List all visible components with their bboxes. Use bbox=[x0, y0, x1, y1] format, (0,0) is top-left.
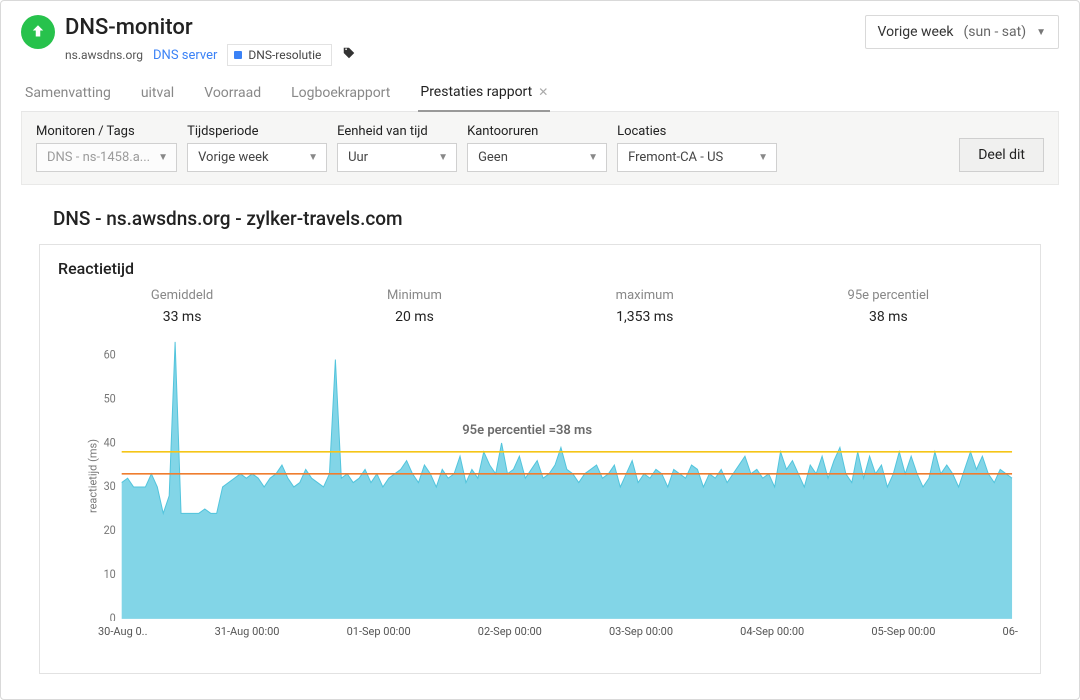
chart-card-title: Reactietijd bbox=[58, 259, 1026, 278]
filter-unit-label: Eenheid van tijd bbox=[337, 124, 457, 139]
badge-color-icon bbox=[234, 51, 242, 59]
tab-inventory[interactable]: Voorraad bbox=[202, 76, 263, 111]
title-block: DNS-monitor ns.awsdns.org DNS server DNS… bbox=[21, 15, 356, 66]
header: DNS-monitor ns.awsdns.org DNS server DNS… bbox=[21, 15, 1059, 66]
share-button[interactable]: Deel dit bbox=[959, 138, 1044, 172]
svg-text:30: 30 bbox=[104, 479, 116, 494]
stat-p95: 95e percentiel 38 ms bbox=[848, 288, 930, 325]
plot-area: reactietijd (ms) 95e percentiel =38 ms 0… bbox=[54, 331, 1026, 621]
chart-main-title: DNS - ns.awsdns.org - zylker-travels.com bbox=[53, 207, 1059, 230]
filter-monitors: Monitoren / Tags DNS - ns-1458.a... ▼ bbox=[36, 124, 177, 172]
stats-row: Gemiddeld 33 ms Minimum 20 ms maximum 1,… bbox=[54, 288, 1026, 325]
period-select[interactable]: Vorige week ▼ bbox=[187, 143, 327, 172]
tab-logreport[interactable]: Logboekrapport bbox=[289, 76, 392, 111]
filter-monitors-label: Monitoren / Tags bbox=[36, 124, 177, 139]
chevron-down-icon: ▼ bbox=[758, 152, 768, 163]
title-text: DNS-monitor ns.awsdns.org DNS server DNS… bbox=[65, 15, 356, 66]
tab-summary[interactable]: Samenvatting bbox=[23, 76, 113, 111]
status-up-icon bbox=[21, 15, 55, 49]
area-chart[interactable]: 0 10 20 30 40 50 60 bbox=[98, 331, 1016, 621]
svg-text:40: 40 bbox=[104, 435, 116, 450]
chevron-down-icon: ▼ bbox=[158, 152, 168, 163]
week-picker[interactable]: Vorige week (sun - sat) ▼ bbox=[865, 15, 1059, 49]
office-select[interactable]: Geen ▼ bbox=[467, 143, 607, 172]
svg-text:0: 0 bbox=[110, 611, 116, 621]
y-axis-label: reactietijd (ms) bbox=[87, 439, 100, 513]
chevron-down-icon: ▼ bbox=[438, 152, 448, 163]
stat-max: maximum 1,353 ms bbox=[616, 288, 674, 325]
badge-label: DNS-resolutie bbox=[248, 48, 321, 62]
week-picker-range: (sun - sat) bbox=[964, 24, 1027, 40]
chevron-down-icon: ▼ bbox=[588, 152, 598, 163]
unit-select[interactable]: Uur ▼ bbox=[337, 143, 457, 172]
tab-performance-report[interactable]: Prestaties rapport ✕ bbox=[418, 76, 550, 112]
chevron-down-icon: ▼ bbox=[308, 152, 318, 163]
tabs: Samenvatting uitval Voorraad Logboekrapp… bbox=[21, 76, 1059, 112]
header-subline: ns.awsdns.org DNS server DNS-resolutie bbox=[65, 44, 356, 66]
filter-locations-label: Locaties bbox=[617, 124, 777, 139]
header-domain: ns.awsdns.org bbox=[65, 48, 143, 62]
filter-office-label: Kantooruren bbox=[467, 124, 607, 139]
svg-text:10: 10 bbox=[104, 567, 116, 582]
filter-office: Kantooruren Geen ▼ bbox=[467, 124, 607, 172]
page-title: DNS-monitor bbox=[65, 15, 356, 40]
chevron-down-icon: ▼ bbox=[1036, 27, 1046, 38]
filter-period: Tijdsperiode Vorige week ▼ bbox=[187, 124, 327, 172]
reactietijd-card: Reactietijd Gemiddeld 33 ms Minimum 20 m… bbox=[39, 244, 1041, 674]
filter-bar: Monitoren / Tags DNS - ns-1458.a... ▼ Ti… bbox=[21, 112, 1059, 185]
dns-resolution-badge[interactable]: DNS-resolutie bbox=[227, 44, 332, 66]
stat-avg: Gemiddeld 33 ms bbox=[151, 288, 213, 325]
filter-locations: Locaties Fremont-CA - US ▼ bbox=[617, 124, 777, 172]
app-window: DNS-monitor ns.awsdns.org DNS server DNS… bbox=[0, 0, 1080, 700]
locations-select[interactable]: Fremont-CA - US ▼ bbox=[617, 143, 777, 172]
svg-text:60: 60 bbox=[104, 347, 116, 362]
filter-period-label: Tijdsperiode bbox=[187, 124, 327, 139]
tag-icon[interactable] bbox=[342, 46, 356, 64]
dns-server-link[interactable]: DNS server bbox=[153, 48, 217, 63]
svg-text:50: 50 bbox=[104, 391, 116, 406]
svg-text:20: 20 bbox=[104, 523, 116, 538]
week-picker-label: Vorige week bbox=[878, 24, 954, 40]
filter-unit: Eenheid van tijd Uur ▼ bbox=[337, 124, 457, 172]
close-icon[interactable]: ✕ bbox=[538, 85, 548, 99]
tab-outage[interactable]: uitval bbox=[139, 76, 176, 111]
p95-reference-label: 95e percentiel =38 ms bbox=[462, 423, 592, 438]
x-axis-labels: 30-Aug 0..31-Aug 00:0001-Sep 00:0002-Sep… bbox=[54, 621, 1026, 638]
monitors-select[interactable]: DNS - ns-1458.a... ▼ bbox=[36, 143, 177, 172]
stat-min: Minimum 20 ms bbox=[387, 288, 442, 325]
